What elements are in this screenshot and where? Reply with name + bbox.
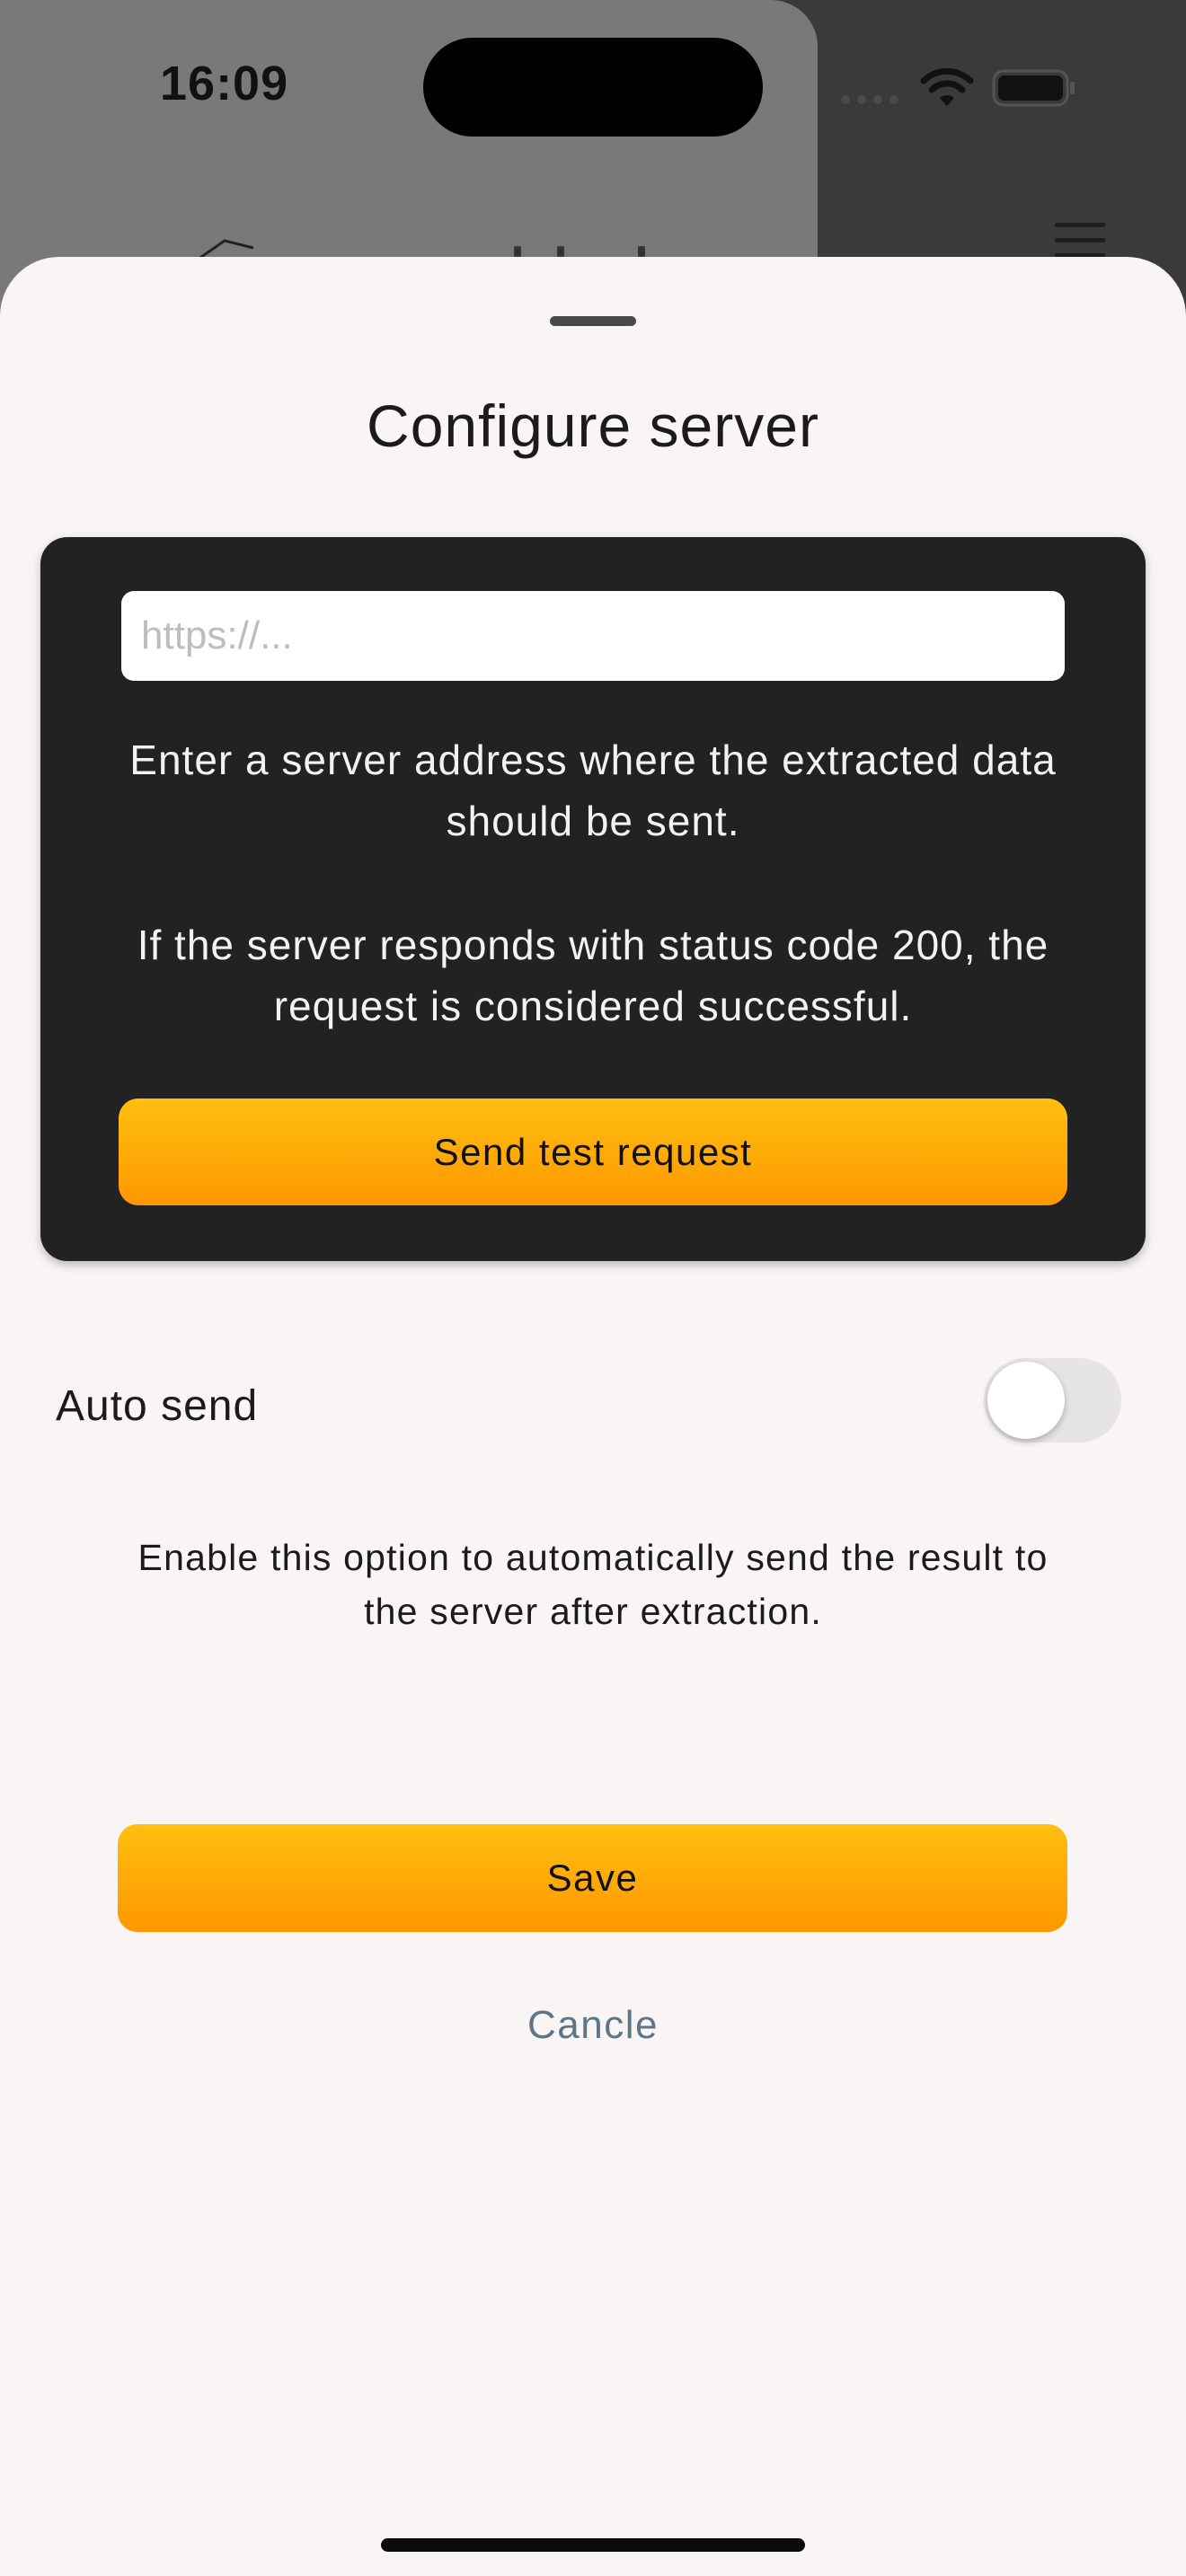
battery-icon	[992, 69, 1075, 107]
wifi-icon	[920, 68, 974, 106]
status-code-hint: If the server responds with status code …	[137, 922, 1049, 1029]
status-time: 16:09	[160, 57, 289, 110]
send-test-request-button[interactable]: Send test request	[119, 1098, 1067, 1205]
sheet-grabber[interactable]	[550, 316, 636, 326]
toggle-knob	[987, 1362, 1065, 1439]
auto-send-label: Auto send	[56, 1382, 259, 1430]
cancel-button[interactable]: Cancle	[0, 2003, 1186, 2048]
server-address-hint: Enter a server address where the extract…	[129, 737, 1057, 844]
home-indicator	[381, 2538, 805, 2552]
signal-dots-icon	[841, 95, 898, 104]
background-title-fragment	[503, 244, 683, 257]
auto-send-toggle[interactable]	[984, 1358, 1121, 1442]
server-card: Enter a server address where the extract…	[40, 537, 1146, 1261]
auto-send-row: Auto send	[0, 1358, 1186, 1457]
save-button[interactable]: Save	[118, 1824, 1067, 1932]
dynamic-island	[423, 38, 763, 137]
server-url-input[interactable]	[121, 591, 1065, 681]
menu-icon	[1055, 223, 1105, 259]
auto-send-description: Enable this option to automatically send…	[137, 1537, 1049, 1632]
sheet-title: Configure server	[367, 393, 819, 459]
configure-server-sheet: Configure server Enter a server address …	[0, 257, 1186, 2576]
